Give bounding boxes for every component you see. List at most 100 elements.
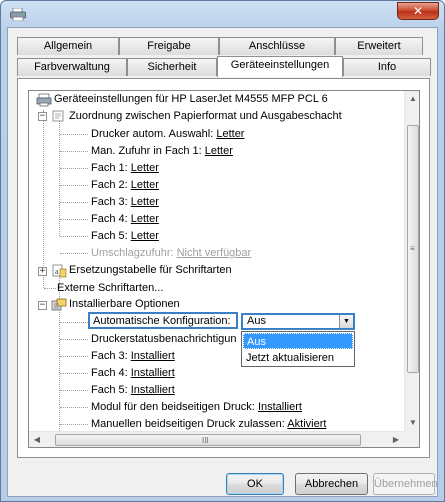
item-label: Fach 4: bbox=[91, 367, 128, 379]
option-jetzt-aktualisieren[interactable]: Jetzt aktualisieren bbox=[243, 350, 353, 366]
vertical-scrollbar[interactable]: ▲ ≡ ▼ bbox=[404, 91, 419, 431]
item-value[interactable]: Letter bbox=[205, 145, 233, 157]
settings-tree[interactable]: Geräteeinstellungen für HP LaserJet M455… bbox=[28, 90, 420, 448]
tree-line bbox=[44, 288, 56, 289]
tree-item-external-fonts[interactable]: Externe Schriftarten... bbox=[57, 280, 163, 297]
item-label: Fach 3: bbox=[91, 350, 128, 362]
tree-item-drucker-auswahl[interactable]: Drucker autom. Auswahl: Letter bbox=[91, 126, 244, 143]
item-value[interactable]: Aktiviert bbox=[287, 418, 326, 430]
grip-icon: ≡ bbox=[410, 244, 415, 253]
item-label: Man. Zufuhr in Fach 1: bbox=[91, 145, 202, 157]
tab-geraeteeinstellungen[interactable]: Geräteeinstellungen bbox=[217, 56, 343, 77]
item-value[interactable]: Letter bbox=[131, 196, 159, 208]
item-label: Fach 2: bbox=[91, 179, 128, 191]
collapse-toggle[interactable]: − bbox=[38, 301, 47, 310]
printer-icon bbox=[36, 93, 52, 107]
tab-anschluesse[interactable]: Anschlüsse bbox=[219, 37, 335, 55]
installable-options-icon bbox=[51, 298, 67, 311]
tree-section-paper-tray: Zuordnung zwischen Papierformat und Ausg… bbox=[69, 110, 342, 122]
cancel-button[interactable]: Abbrechen bbox=[295, 473, 368, 495]
tree-item-opt-fach5[interactable]: Fach 5: Installiert bbox=[91, 382, 175, 399]
item-label: Drucker autom. Auswahl: bbox=[91, 128, 214, 140]
tree-item-fach1[interactable]: Fach 1: Letter bbox=[91, 160, 159, 177]
tab-erweitert[interactable]: Erweitert bbox=[335, 37, 423, 55]
printer-icon bbox=[10, 8, 26, 21]
item-label: Fach 5: bbox=[91, 384, 128, 396]
tree-item-man-zufuhr[interactable]: Man. Zufuhr in Fach 1: Letter bbox=[91, 143, 233, 160]
expand-toggle[interactable]: + bbox=[38, 267, 47, 276]
tab-sicherheit[interactable]: Sicherheit bbox=[127, 58, 217, 76]
option-aus[interactable]: Aus bbox=[243, 333, 353, 349]
tree-line bbox=[60, 185, 88, 186]
item-value[interactable]: Letter bbox=[131, 230, 159, 242]
item-value[interactable]: Installiert bbox=[131, 350, 175, 362]
paper-tray-icon bbox=[52, 110, 64, 122]
tree-line bbox=[60, 134, 88, 135]
tab-allgemein[interactable]: Allgemein bbox=[17, 37, 119, 55]
item-label: Fach 5: bbox=[91, 230, 128, 242]
tree-item-fach5[interactable]: Fach 5: Letter bbox=[91, 228, 159, 245]
item-label: Fach 4: bbox=[91, 213, 128, 225]
tree-line bbox=[60, 202, 88, 203]
item-value[interactable]: Letter bbox=[216, 128, 244, 140]
tree-root-label: Geräteeinstellungen für HP LaserJet M455… bbox=[54, 93, 328, 105]
auto-config-combobox[interactable]: Aus ▼ bbox=[241, 313, 355, 330]
item-label: Fach 3: bbox=[91, 196, 128, 208]
printer-properties-window: ✕ Allgemein Freigabe Anschlüsse Erweiter… bbox=[0, 0, 445, 502]
horizontal-scroll-thumb[interactable]: III bbox=[55, 434, 361, 446]
item-value[interactable]: Letter bbox=[131, 179, 159, 191]
tree-section-installable-options: Installierbare Optionen bbox=[69, 298, 180, 310]
horizontal-scrollbar[interactable]: ◀ III ▶ bbox=[29, 431, 404, 447]
tree-line bbox=[60, 236, 88, 237]
item-label: Fach 1: bbox=[91, 162, 128, 174]
item-value[interactable]: Installiert bbox=[131, 367, 175, 379]
auto-config-dropdown-list: Aus Jetzt aktualisieren bbox=[241, 331, 355, 367]
item-value: Nicht verfügbar bbox=[176, 247, 252, 259]
ok-button[interactable]: OK bbox=[226, 473, 284, 495]
tree-line bbox=[60, 219, 88, 220]
tree-line bbox=[60, 407, 88, 408]
tree-item-status-notify[interactable]: Druckerstatusbenachrichtigun bbox=[91, 331, 239, 348]
tree-item-fach2[interactable]: Fach 2: Letter bbox=[91, 177, 159, 194]
tree-line bbox=[60, 390, 88, 391]
item-value[interactable]: Letter bbox=[131, 213, 159, 225]
tree-item-fach4[interactable]: Fach 4: Letter bbox=[91, 211, 159, 228]
tree-item-auto-config-label[interactable]: Automatische Konfiguration: bbox=[93, 313, 231, 330]
tree-line bbox=[60, 151, 88, 152]
tree-line bbox=[43, 110, 44, 288]
item-label: Umschlagzufuhr: bbox=[91, 247, 174, 259]
tab-freigabe[interactable]: Freigabe bbox=[119, 37, 219, 55]
chevron-down-icon[interactable]: ▼ bbox=[339, 315, 353, 328]
tree-line bbox=[60, 339, 88, 340]
tree-item-fach3[interactable]: Fach 3: Letter bbox=[91, 194, 159, 211]
scrollbar-corner bbox=[404, 431, 419, 447]
tree-line bbox=[60, 168, 88, 169]
tree-line bbox=[60, 253, 88, 254]
tree-section-font-table[interactable]: Ersetzungstabelle für Schriftarten bbox=[69, 262, 232, 279]
title-bar[interactable]: ✕ bbox=[1, 1, 444, 27]
tab-farbverwaltung[interactable]: Farbverwaltung bbox=[17, 58, 127, 76]
scroll-left-arrow-icon[interactable]: ◀ bbox=[29, 432, 45, 447]
tree-line bbox=[60, 373, 88, 374]
scroll-down-arrow-icon[interactable]: ▼ bbox=[405, 415, 419, 431]
dialog-client-area: Allgemein Freigabe Anschlüsse Erweitert … bbox=[7, 27, 438, 497]
tree-item-opt-fach4[interactable]: Fach 4: Installiert bbox=[91, 365, 175, 382]
svg-text:a: a bbox=[55, 267, 59, 276]
combo-value: Aus bbox=[247, 315, 266, 327]
item-value[interactable]: Installiert bbox=[131, 384, 175, 396]
scroll-up-arrow-icon[interactable]: ▲ bbox=[405, 91, 419, 107]
font-table-icon: a bbox=[52, 264, 67, 278]
item-value[interactable]: Letter bbox=[131, 162, 159, 174]
vertical-scroll-thumb[interactable]: ≡ bbox=[407, 125, 419, 373]
tree-line bbox=[60, 424, 88, 425]
apply-button: Übernehmen bbox=[373, 473, 438, 495]
tab-info[interactable]: Info bbox=[343, 58, 431, 76]
close-button[interactable]: ✕ bbox=[397, 2, 439, 20]
item-value[interactable]: Installiert bbox=[258, 401, 302, 413]
tree-line bbox=[60, 356, 88, 357]
tree-item-opt-fach3[interactable]: Fach 3: Installiert bbox=[91, 348, 175, 365]
collapse-toggle[interactable]: − bbox=[38, 112, 47, 121]
scroll-right-arrow-icon[interactable]: ▶ bbox=[388, 432, 404, 447]
device-settings-page: Geräteeinstellungen für HP LaserJet M455… bbox=[17, 78, 430, 458]
tree-item-duplex-module[interactable]: Modul für den beidseitigen Druck: Instal… bbox=[91, 399, 302, 416]
